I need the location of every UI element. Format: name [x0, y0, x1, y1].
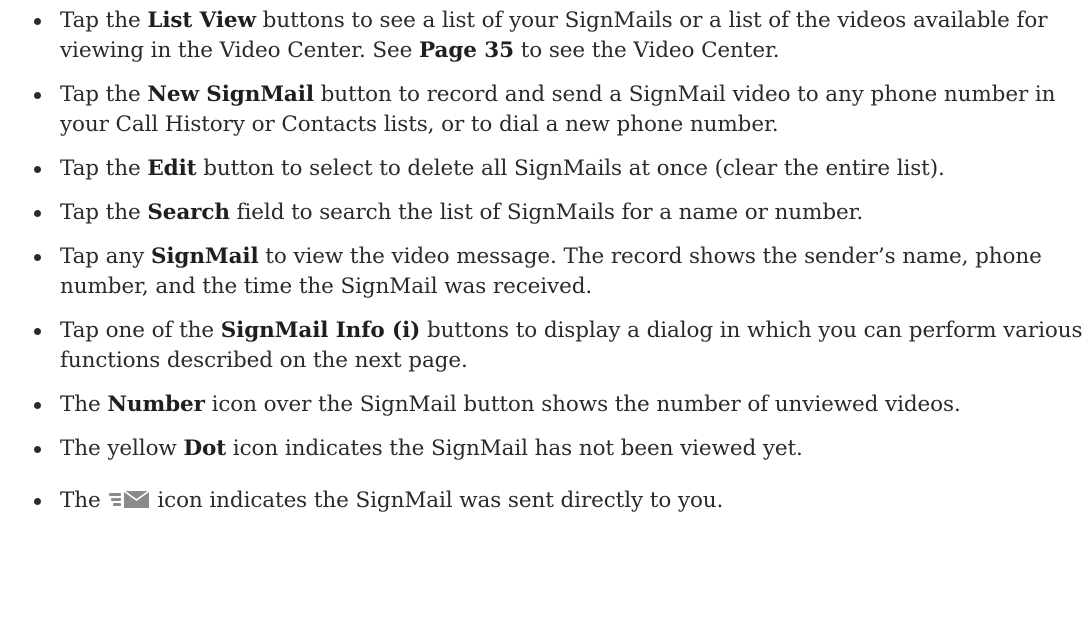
bullet-list: Tap the List View buttons to see a list …	[0, 0, 1091, 519]
item-bold: List View	[147, 8, 256, 33]
item-bold: New SignMail	[147, 82, 314, 107]
list-item: Tap any SignMail to view the video messa…	[0, 242, 1091, 302]
item-text: Tap one of the	[60, 318, 221, 343]
list-item: Tap the New SignMail button to record an…	[0, 80, 1091, 140]
bullet-dot	[34, 446, 41, 453]
list-item: Tap the Edit button to select to delete …	[0, 154, 1091, 184]
bullet-dot	[34, 166, 41, 173]
item-text: The	[60, 488, 108, 513]
list-item: Tap one of the SignMail Info (i) buttons…	[0, 316, 1091, 376]
item-text: to see the Video Center.	[513, 38, 780, 63]
item-bold: Search	[147, 200, 230, 225]
list-item: The icon indicates the SignMail was sent…	[0, 486, 1091, 519]
bullet-dot	[34, 402, 41, 409]
item-text: The yellow	[60, 436, 184, 461]
item-bold: SignMail Info (i)	[220, 318, 421, 343]
list-item: Tap the List View buttons to see a list …	[0, 6, 1091, 66]
signmail-direct-icon	[109, 488, 151, 519]
item-text: icon over the SignMail button shows the …	[204, 392, 961, 417]
item-text: field to search the list of SignMails fo…	[229, 200, 864, 225]
item-text: Tap the	[60, 8, 148, 33]
list-item: The yellow Dot icon indicates the SignMa…	[0, 434, 1091, 464]
item-text: button to select to delete all SignMails…	[196, 156, 945, 181]
bullet-dot	[34, 92, 41, 99]
bullet-dot	[34, 210, 41, 217]
item-bold: Number	[107, 392, 205, 417]
document-page: Tap the List View buttons to see a list …	[0, 0, 1091, 630]
item-bold: Edit	[147, 156, 197, 181]
item-text: Tap the	[60, 200, 148, 225]
item-text: Tap the	[60, 156, 148, 181]
list-item: The Number icon over the SignMail button…	[0, 390, 1091, 420]
item-bold: Dot	[183, 436, 227, 461]
bullet-dot	[34, 498, 41, 505]
list-item: Tap the Search field to search the list …	[0, 198, 1091, 228]
bullet-dot	[34, 18, 41, 25]
item-text: Tap any	[60, 244, 151, 269]
item-text: The	[60, 392, 108, 417]
item-text: icon indicates the SignMail was sent dir…	[157, 488, 724, 513]
item-text: icon indicates the SignMail has not been…	[226, 436, 803, 461]
bullet-dot	[34, 328, 41, 335]
item-bold: SignMail	[150, 244, 259, 269]
bullet-dot	[34, 254, 41, 261]
item-text: Tap the	[60, 82, 148, 107]
item-bold: Page 35	[419, 38, 514, 63]
